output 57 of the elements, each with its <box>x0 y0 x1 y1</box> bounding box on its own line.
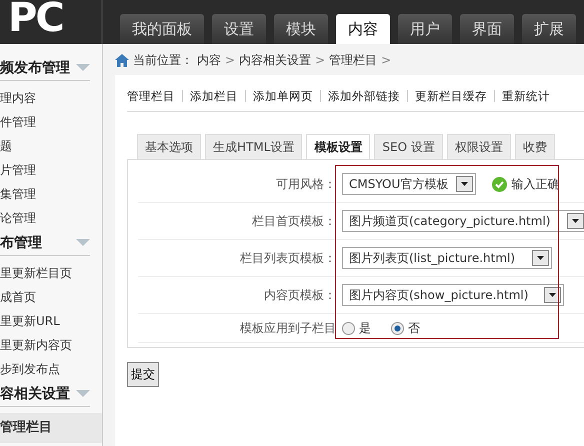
nav-tab[interactable]: 界面 <box>460 14 514 44</box>
submenu-link[interactable]: 重新统计 <box>502 88 550 104</box>
template-select[interactable]: 图片内容页(show_picture.html) <box>342 284 564 306</box>
home-icon[interactable] <box>115 54 129 66</box>
sidebar-item[interactable]: 理内容 <box>0 87 102 111</box>
breadcrumb-link[interactable]: 内容相关设置 <box>239 52 312 68</box>
radio-label: 否 <box>408 320 420 336</box>
sidebar-item[interactable]: 集管理 <box>0 183 102 207</box>
field-label: 内容页模板： <box>263 286 336 304</box>
settings-tab[interactable]: 权限设置 <box>446 134 511 159</box>
submit-button[interactable]: 提交 <box>127 362 159 387</box>
sidebar-group-title[interactable]: 容相关设置 <box>0 385 70 403</box>
settings-tab[interactable]: 生成HTML设置 <box>205 134 302 159</box>
radio-label: 是 <box>359 320 371 336</box>
field-label: 可用风格： <box>275 176 336 192</box>
sidebar-item[interactable]: 里更新栏目页 <box>0 262 102 286</box>
submenu-link[interactable]: 添加栏目 <box>190 88 238 104</box>
settings-tab[interactable]: 基本选项 <box>137 134 201 159</box>
sidebar-item[interactable]: 里更新URL <box>0 310 102 334</box>
settings-tab[interactable]: 模板设置 <box>306 134 370 159</box>
sidebar-item[interactable]: 步到发布点 <box>0 358 102 382</box>
template-select[interactable]: CMSYOU官方模板 <box>342 173 476 195</box>
check-icon <box>492 176 508 192</box>
settings-tab[interactable]: 收费 <box>514 134 555 159</box>
nav-tab[interactable]: 用户 <box>398 14 452 44</box>
breadcrumb-label: 当前位置： <box>133 52 193 68</box>
nav-tab[interactable]: 我的面板 <box>120 14 204 44</box>
nav-tab[interactable]: 内容 <box>336 14 390 44</box>
radio-button[interactable] <box>342 322 355 334</box>
nav-tab[interactable]: 扩展 <box>522 14 576 44</box>
settings-tab[interactable]: SEO 设置 <box>374 134 443 159</box>
sidebar-item[interactable]: 论管理 <box>0 207 102 231</box>
sidebar-item[interactable]: 题 <box>0 135 102 159</box>
sidebar-item[interactable]: 片管理 <box>0 159 102 183</box>
template-select[interactable]: 图片频道页(category_picture.html) <box>342 210 584 232</box>
submenu-link[interactable]: 添加单网页 <box>253 88 313 104</box>
sidebar-item[interactable]: 件管理 <box>0 111 102 135</box>
breadcrumb-separator: > <box>225 53 236 67</box>
submenu-link[interactable]: 管理栏目 <box>127 88 175 104</box>
sidebar-item[interactable]: 管理栏目 <box>0 413 102 443</box>
field-label: 模板应用到子栏目 <box>239 320 336 336</box>
sidebar-group-title[interactable]: 频发布管理 <box>0 59 70 77</box>
sidebar-group-title[interactable]: 布管理 <box>0 234 42 252</box>
breadcrumb-link[interactable]: 管理栏目 <box>329 52 378 68</box>
nav-tab[interactable]: 设置 <box>212 14 266 44</box>
breadcrumb-separator: > <box>315 53 326 67</box>
template-select[interactable]: 图片列表页(list_picture.html) <box>342 247 552 269</box>
sidebar-item[interactable]: 里更新内容页 <box>0 334 102 358</box>
radio-button[interactable] <box>391 322 404 334</box>
sidebar-item[interactable]: 成首页 <box>0 286 102 310</box>
submenu-link[interactable]: 添加外部链接 <box>328 88 400 104</box>
field-label: 栏目列表页模板： <box>239 250 336 266</box>
breadcrumb-link[interactable]: 内容 <box>197 52 221 68</box>
field-label: 栏目首页模板： <box>251 212 336 230</box>
submenu-link[interactable]: 更新栏目缓存 <box>415 88 487 104</box>
nav-tab[interactable]: 模块 <box>274 14 328 44</box>
breadcrumb-separator: > <box>381 53 392 67</box>
